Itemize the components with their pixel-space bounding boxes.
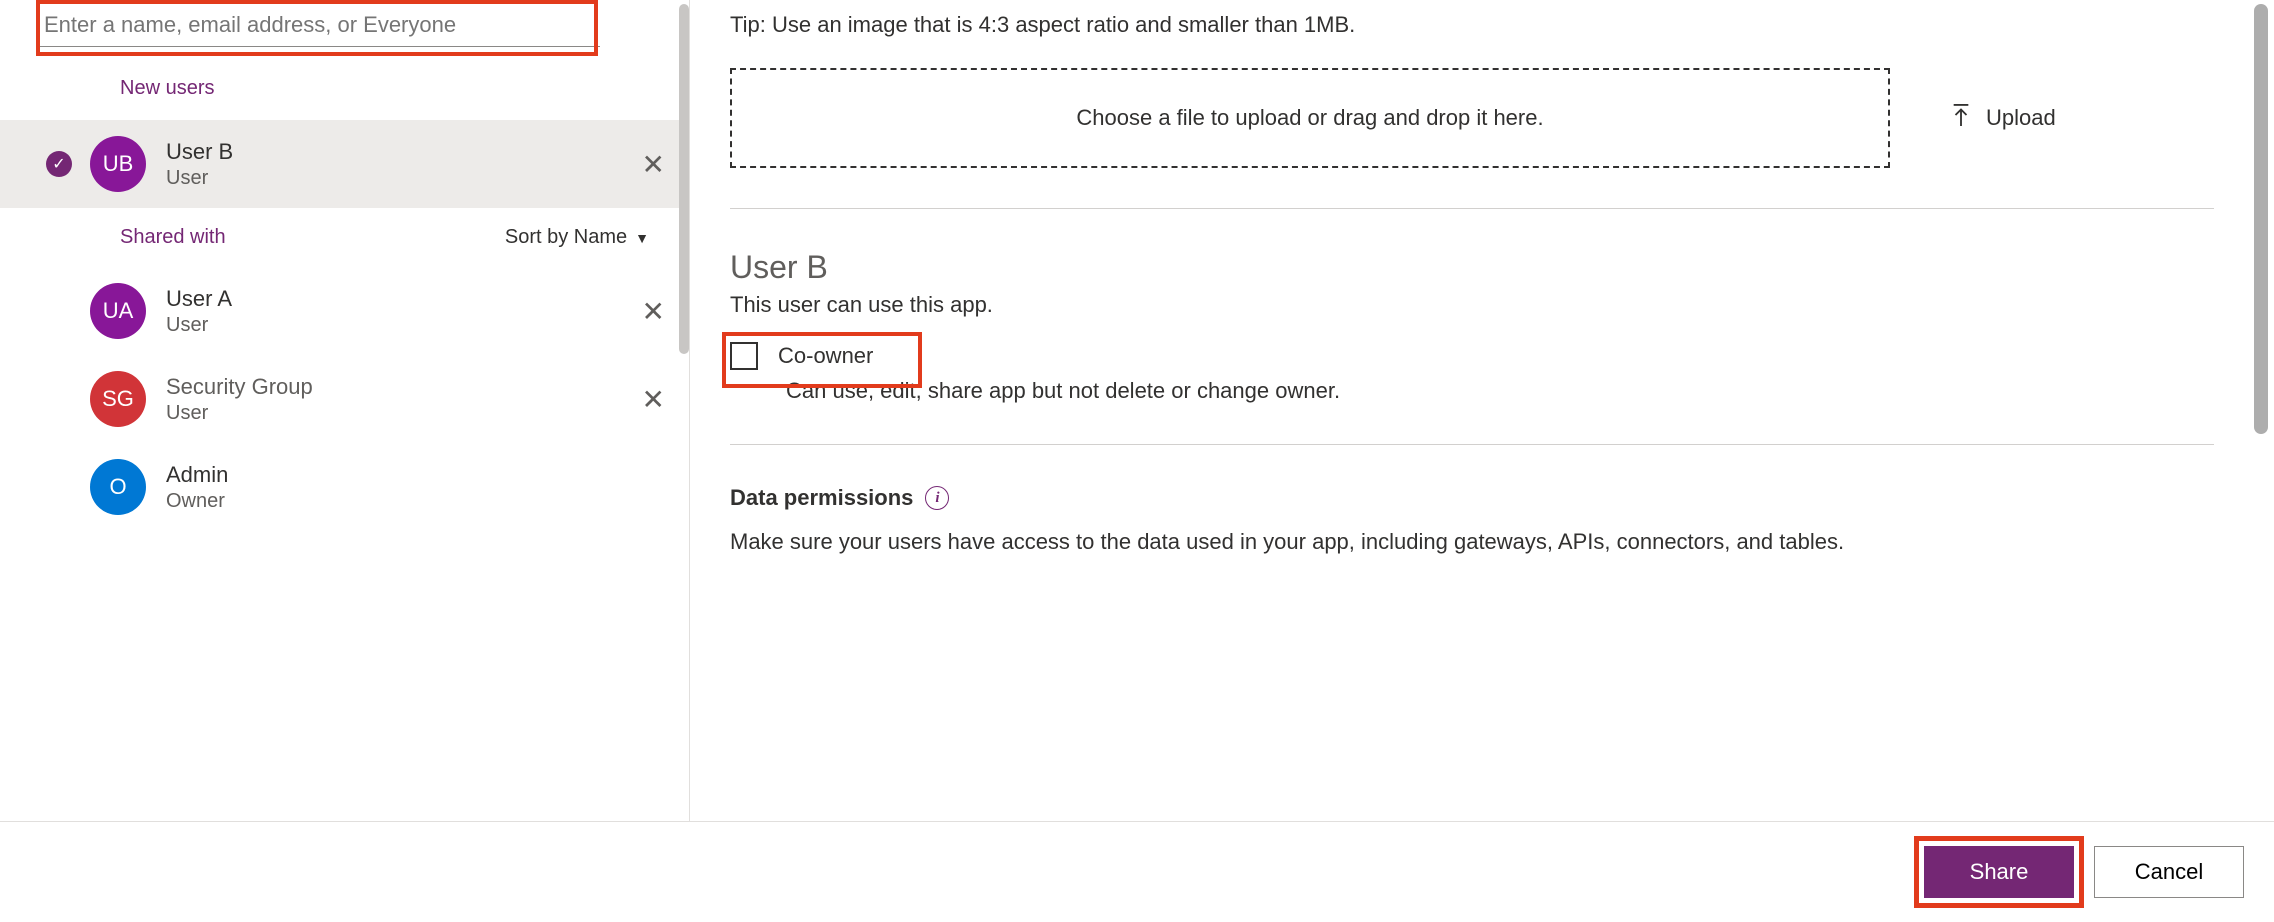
remove-user-icon[interactable]: ✕ — [630, 379, 677, 420]
share-button[interactable]: Share — [1924, 846, 2074, 898]
coowner-checkbox[interactable] — [730, 342, 758, 370]
avatar: UA — [90, 283, 146, 339]
user-name: Admin — [166, 462, 669, 488]
avatar: UB — [90, 136, 146, 192]
remove-user-icon[interactable]: ✕ — [630, 144, 677, 185]
selected-check-icon: ✓ — [46, 151, 72, 177]
upload-button[interactable]: Upload — [1950, 102, 2056, 134]
user-role: User — [166, 314, 669, 337]
scrollbar[interactable] — [679, 4, 689, 354]
shared-user-row[interactable]: O Admin Owner — [0, 443, 689, 531]
shared-list: UA User A User ✕ SG Security Group User … — [0, 267, 689, 849]
upload-dropzone[interactable]: Choose a file to upload or drag and drop… — [730, 68, 1890, 168]
selected-user-name: User B — [730, 249, 2214, 286]
avatar: O — [90, 459, 146, 515]
upload-icon — [1950, 102, 1972, 134]
info-icon[interactable]: i — [925, 486, 949, 510]
cancel-button[interactable]: Cancel — [2094, 846, 2244, 898]
divider — [730, 444, 2214, 445]
data-permissions-text: Make sure your users have access to the … — [730, 529, 2214, 555]
upload-label: Upload — [1986, 105, 2056, 131]
user-name: Security Group — [166, 374, 669, 400]
sort-dropdown[interactable]: Sort by Name ▼ — [505, 226, 649, 249]
new-user-row[interactable]: ✓ UB User B User ✕ — [0, 120, 689, 208]
data-permissions-header: Data permissions — [730, 485, 913, 511]
user-search-input[interactable] — [40, 4, 600, 47]
coowner-description: Can use, edit, share app but not delete … — [786, 378, 2214, 404]
coowner-label: Co-owner — [778, 343, 873, 369]
image-tip-text: Tip: Use an image that is 4:3 aspect rat… — [730, 12, 2214, 38]
shared-user-row[interactable]: SG Security Group User ✕ — [0, 355, 689, 443]
footer: Share Cancel — [0, 821, 2274, 922]
scrollbar[interactable] — [2254, 4, 2268, 434]
chevron-down-icon: ▼ — [635, 230, 649, 246]
shared-with-header: Shared with — [120, 226, 226, 249]
user-role: Owner — [166, 490, 669, 513]
avatar: SG — [90, 371, 146, 427]
divider — [730, 208, 2214, 209]
user-role: User — [166, 167, 669, 190]
selected-user-description: This user can use this app. — [730, 292, 2214, 318]
shared-user-row[interactable]: UA User A User ✕ — [0, 267, 689, 355]
new-users-header: New users — [0, 57, 689, 120]
sort-label: Sort by Name — [505, 226, 627, 249]
dropzone-text: Choose a file to upload or drag and drop… — [1076, 105, 1543, 131]
user-name: User B — [166, 139, 669, 165]
user-role: User — [166, 402, 669, 425]
user-name: User A — [166, 286, 669, 312]
left-panel: New users ✓ UB User B User ✕ Shared with… — [0, 0, 690, 922]
right-panel: Tip: Use an image that is 4:3 aspect rat… — [690, 0, 2274, 922]
remove-user-icon[interactable]: ✕ — [630, 291, 677, 332]
